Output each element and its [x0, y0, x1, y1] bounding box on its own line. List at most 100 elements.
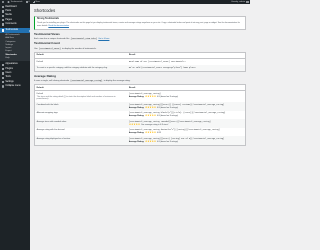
count-table: Default Result Default Read some of our [te…	[34, 52, 246, 73]
rating-label: Average Rating:	[128, 95, 145, 98]
table-row: Combined with the block. [testimonial_ave…	[34, 102, 246, 111]
row-example: [testimonial_average_rating rounded]{sta…	[127, 119, 246, 128]
menu-item-label: Dashboard	[5, 5, 17, 8]
row-example: [testimonial_average_rating] Average Rati…	[127, 91, 245, 102]
admin-sidebar: Dashboard Posts Media Pages Comments Testimo…	[0, 4, 30, 250]
menu-item-label: Comments	[5, 22, 17, 25]
rating-result: Average Rating: ★★★★★ 4.8 (based on 8 rati…	[128, 94, 243, 99]
admin-bar: Testimonials 0 New Howdy, admin	[0, 0, 250, 4]
page-title: Shortcodes	[34, 7, 56, 13]
star-rating-icon: ★★★★★	[144, 114, 157, 118]
main-content: Shortcodes Strong Testimonials Thank you…	[30, 4, 250, 250]
row-description-text: Alternate wrapping tags.	[36, 112, 59, 115]
row-description-text: Combined with the block.	[36, 103, 59, 106]
row-description: Default The stars and the rating detail (…	[35, 91, 128, 102]
rating-value: 4.83	[156, 132, 161, 135]
table-row: To count in a specific category, add the…	[34, 65, 246, 72]
row-description: Combined with the block.	[34, 102, 128, 111]
rating-result: Average Rating: ★★★★★ 4.8 (based on 8 rati…	[129, 115, 243, 118]
go-to-views-link[interactable]: Go to Views	[98, 38, 109, 41]
row-description-text: Average stars with rounded value.	[36, 120, 67, 123]
row-example: We've sold [testimonial_count category="…	[127, 65, 246, 72]
row-description-sub: The stars and the rating detail ({} to s…	[36, 95, 116, 101]
views-shortcode: [testimonial_view id=1]	[70, 36, 98, 41]
star-rating-icon: ★★★★★	[144, 131, 157, 135]
shortcode-example: Read some of our [testimonial_count] tes…	[128, 59, 186, 63]
views-heading: Testimonial Views	[34, 31, 60, 36]
rating-result: Average Rating: ★★★★★ 4.83	[129, 132, 243, 135]
row-example: [testimonial_average_rating][{stars} {ra…	[127, 136, 246, 146]
media-icon	[1, 14, 4, 17]
home-icon	[7, 0, 10, 4]
table-row: Alternate wrapping tags. [testimonial_ave…	[35, 111, 246, 120]
plugin-icon	[1, 68, 4, 71]
new-content-link[interactable]: New	[32, 0, 40, 4]
count-heading: Testimonial Count	[34, 41, 60, 46]
rating-value: Our average rating is 4.8 stars!	[140, 123, 169, 126]
views-intro: Each view has a unique shortcode like [t…	[34, 36, 110, 41]
notice-title: Strong Testimonials	[37, 18, 59, 21]
menu-item-label: Appearance	[5, 63, 18, 66]
users-icon	[1, 72, 4, 75]
row-description-text: Default	[36, 92, 43, 95]
row-description: To count in a specific category, add the…	[34, 65, 128, 72]
row-example: [testimonial_average_rating block="p"][{…	[127, 111, 245, 120]
row-description: Average rating with the decimal.	[35, 128, 128, 137]
table-row: Average stars with rounded value. [testim…	[34, 119, 246, 128]
rating-value: 4.8 (based on 8 ratings)	[156, 115, 179, 118]
menu-item-label: Pages	[5, 18, 12, 21]
rating-value: 4.8 (based on 8 ratings)	[156, 106, 179, 109]
average-shortcode: [testimonial_average_rating]	[69, 78, 103, 83]
average-table: Default Result Default The stars and the ra…	[34, 84, 246, 146]
testimonials-submenu: All Testimonials Add New Categories Setting…	[0, 32, 30, 61]
collapse-menu-button[interactable]: Collapse menu	[0, 84, 30, 88]
star-rating-icon: ★★★★★	[144, 139, 157, 143]
menu-item-label: Settings	[5, 80, 14, 83]
quote-icon	[1, 29, 4, 32]
table-row: Average rating with the decimal. [testimo…	[35, 128, 246, 137]
rating-value: 4.8 (based on 8 ratings)	[156, 95, 179, 98]
row-example: [testimonial_average_rating][{stars}] ({…	[127, 102, 246, 111]
row-description: Average rating displayed as a fraction.	[34, 136, 128, 146]
shortcode-example: [testimonial_average_rating rounded]{sta…	[128, 119, 211, 123]
pin-icon	[1, 10, 4, 13]
account-menu[interactable]: Howdy, admin	[231, 0, 249, 4]
comment-icon	[1, 23, 4, 26]
dashboard-icon	[1, 5, 4, 9]
wrench-icon	[1, 76, 4, 79]
row-description: Alternate wrapping tags.	[35, 111, 128, 120]
menu-item-label: Media	[5, 14, 12, 17]
row-description: Average stars with rounded value.	[34, 119, 128, 128]
star-rating-icon: ★★★★★	[128, 122, 141, 126]
count-shortcode: [testimonial_count]	[38, 46, 62, 51]
comments-link[interactable]: 0	[25, 1, 30, 4]
menu-item-label: Users	[5, 72, 12, 75]
row-example: [testimonial_average_rating decimals="1"…	[127, 128, 245, 137]
collapse-arrow-icon	[1, 85, 4, 88]
wordpress-logo-icon[interactable]	[1, 0, 5, 4]
submenu-item-help[interactable]: Help	[0, 57, 30, 60]
average-heading: Average Rating	[34, 73, 56, 78]
avatar	[245, 0, 249, 4]
count-intro: Use [testimonial_count] to display the n…	[34, 46, 97, 51]
plus-icon	[32, 0, 36, 4]
star-rating-icon: ★★★★★	[144, 94, 157, 98]
site-name-link[interactable]: Testimonials	[7, 0, 23, 4]
brush-icon	[1, 63, 4, 67]
page-icon	[1, 18, 4, 22]
menu-item-label: Posts	[5, 10, 12, 13]
menu-item-testimonials[interactable]: Testimonials	[0, 28, 30, 33]
table-row: Default The stars and the rating detail (…	[35, 91, 246, 102]
rating-label: Average Rating:	[128, 106, 145, 109]
settings-icon	[1, 80, 4, 84]
notice-text: Thank you for installing our plugin. The…	[37, 22, 240, 27]
average-intro: It uses a single, self-closing shortcode…	[34, 78, 131, 83]
menu-item-label: Plugins	[5, 67, 13, 70]
documentation-link[interactable]: Read the documentation	[48, 25, 69, 27]
rating-result: ★★★★★ Our average rating is 4.8 stars!	[128, 122, 243, 127]
rating-result: Average Rating: ★★★★★ 4.8 (based on 8 rati…	[128, 106, 243, 110]
rating-label: Average Rating:	[128, 141, 145, 144]
menu-item-label: Tools	[5, 76, 11, 79]
row-description-text: Average rating with the decimal.	[36, 129, 66, 132]
rating-result: Average Rating: ★★★★★ 4.8 (based on 8 rati…	[128, 139, 243, 144]
